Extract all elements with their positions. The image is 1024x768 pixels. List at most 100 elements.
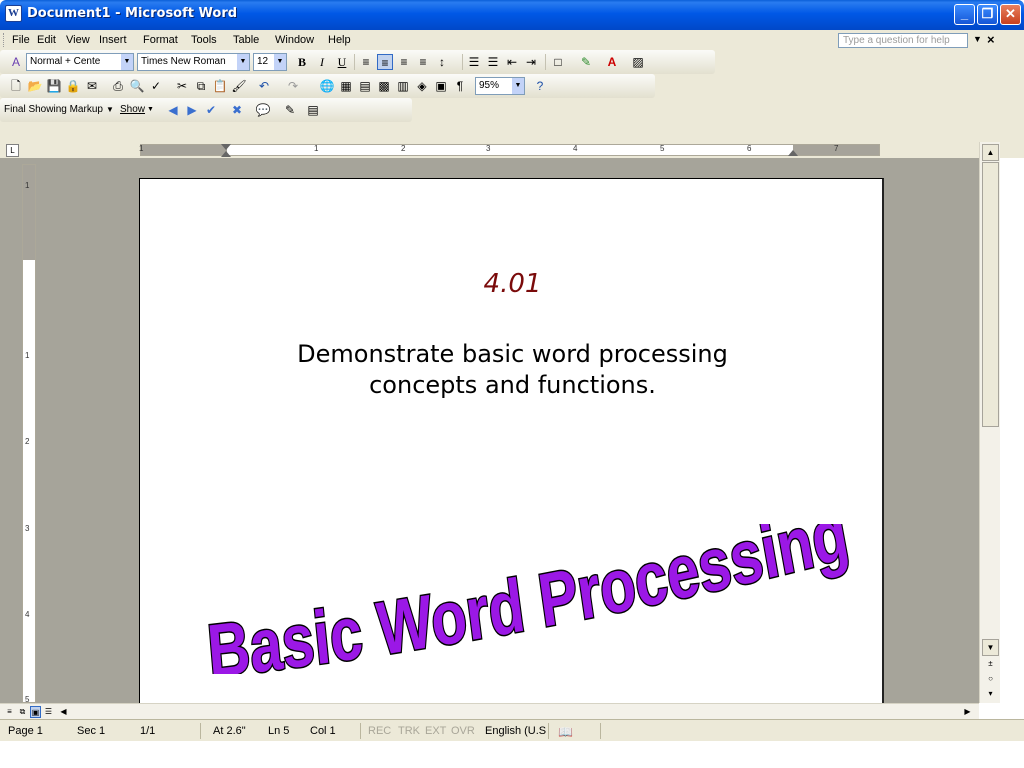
minimize-button[interactable]: _ — [954, 4, 975, 25]
previous-change-icon[interactable]: ◀ — [165, 102, 181, 118]
zoom-combo[interactable]: 95% ▼ — [475, 77, 525, 95]
menu-view[interactable]: View — [66, 34, 90, 46]
menu-tools[interactable]: Tools — [191, 34, 217, 46]
print-preview-icon[interactable]: 🔍 — [129, 78, 145, 94]
line-spacing-icon[interactable]: ↕ — [434, 54, 450, 70]
insert-excel-icon[interactable]: ▩ — [376, 78, 392, 94]
bullets-icon[interactable]: ☰ — [485, 54, 501, 70]
menu-format[interactable]: Format — [143, 34, 178, 46]
accept-change-icon[interactable]: ✔ — [203, 102, 219, 118]
close-document-icon[interactable]: × — [987, 32, 995, 47]
print-layout-icon[interactable]: ▣ — [30, 706, 41, 718]
tab-selector-icon[interactable]: L — [6, 144, 19, 157]
restore-button[interactable]: ❐ — [977, 4, 998, 25]
menu-file[interactable]: File — [12, 34, 30, 46]
font-combo[interactable]: Times New Roman ▼ — [137, 53, 250, 71]
increase-indent-icon[interactable]: ⇥ — [523, 54, 539, 70]
underline-icon[interactable]: U — [334, 54, 350, 70]
format-painter-icon[interactable]: 🖌 — [231, 78, 247, 94]
vertical-scrollbar[interactable]: ▲ ▼ ± ○ ▾ — [979, 142, 1000, 703]
copy-icon[interactable]: ⧉ — [193, 78, 209, 94]
horizontal-scrollbar[interactable]: ≡ ⧉ ▣ ☰ ◀ ▶ — [0, 703, 979, 719]
justify-icon[interactable]: ≡ — [415, 54, 431, 70]
scroll-thumb[interactable] — [982, 162, 999, 427]
highlight-icon[interactable]: ✎ — [578, 54, 594, 70]
menu-table[interactable]: Table — [233, 34, 259, 46]
border-icon[interactable]: □ — [550, 54, 566, 70]
scroll-down-icon[interactable]: ▼ — [982, 639, 999, 656]
character-shading-icon[interactable]: ▨ — [630, 54, 646, 70]
paste-icon[interactable]: 📋 — [212, 78, 228, 94]
open-folder-icon[interactable]: 📂 — [27, 78, 43, 94]
print-icon[interactable]: ⎙ — [110, 78, 126, 94]
document-map-icon[interactable]: ▣ — [433, 78, 449, 94]
align-left-icon[interactable]: ≡ — [358, 54, 374, 70]
tables-borders-icon[interactable]: ▦ — [338, 78, 354, 94]
undo-icon[interactable]: ↶ — [256, 78, 272, 94]
document-page[interactable]: 4.01 Demonstrate basic word processing c… — [139, 178, 884, 703]
columns-icon[interactable]: ▥ — [395, 78, 411, 94]
markup-mode-label[interactable]: Final Showing Markup — [4, 101, 103, 119]
reject-change-icon[interactable]: ✖ — [229, 102, 245, 118]
next-page-icon[interactable]: ▾ — [982, 686, 999, 703]
email-icon[interactable]: ✉ — [84, 78, 100, 94]
font-size-combo[interactable]: 12 ▼ — [253, 53, 287, 71]
show-hide-icon[interactable]: ¶ — [452, 78, 468, 94]
hyperlink-icon[interactable]: 🌐 — [319, 78, 335, 94]
style-dropdown-icon[interactable]: ▼ — [121, 54, 133, 70]
web-layout-icon[interactable]: ⧉ — [17, 706, 28, 718]
next-change-icon[interactable]: ▶ — [184, 102, 200, 118]
show-dropdown-icon[interactable]: ▼ — [147, 101, 154, 119]
scroll-left-icon[interactable]: ◀ — [58, 706, 69, 718]
markup-dropdown-icon[interactable]: ▼ — [106, 101, 114, 119]
close-button[interactable]: ✕ — [1000, 4, 1021, 25]
help-icon[interactable]: ? — [532, 78, 548, 94]
styles-formatting-icon[interactable]: A — [8, 54, 24, 70]
redo-icon[interactable]: ↷ — [285, 78, 301, 94]
menu-edit[interactable]: Edit — [37, 34, 56, 46]
drawing-icon[interactable]: ◈ — [414, 78, 430, 94]
help-dropdown-icon[interactable]: ▼ — [973, 34, 982, 44]
numbering-icon[interactable]: ☰ — [466, 54, 482, 70]
status-trk[interactable]: TRK — [398, 725, 420, 737]
style-combo[interactable]: Normal + Cente ▼ — [26, 53, 134, 71]
track-changes-icon[interactable]: ✎ — [282, 102, 298, 118]
align-right-icon[interactable]: ≡ — [396, 54, 412, 70]
font-dropdown-icon[interactable]: ▼ — [237, 54, 249, 70]
wordart-title[interactable]: Basic Word Processing — [200, 524, 870, 674]
menu-window[interactable]: Window — [275, 34, 314, 46]
menubar-grip[interactable] — [3, 33, 6, 47]
reviewing-pane-icon[interactable]: ▤ — [305, 102, 321, 118]
spelling-status-icon[interactable]: 📖 — [558, 725, 573, 739]
right-indent-marker[interactable] — [788, 150, 798, 156]
insert-table-icon[interactable]: ▤ — [357, 78, 373, 94]
help-search-input[interactable]: Type a question for help — [838, 33, 968, 48]
spelling-icon[interactable]: ✓ — [148, 78, 164, 94]
scroll-right-icon[interactable]: ▶ — [962, 706, 973, 718]
save-icon[interactable]: 💾 — [46, 78, 62, 94]
decrease-indent-icon[interactable]: ⇤ — [504, 54, 520, 70]
normal-view-icon[interactable]: ≡ — [4, 706, 15, 718]
menu-insert[interactable]: Insert — [99, 34, 127, 46]
outline-view-icon[interactable]: ☰ — [43, 706, 54, 718]
scroll-up-icon[interactable]: ▲ — [982, 144, 999, 161]
bold-icon[interactable]: B — [294, 54, 310, 70]
hanging-indent-marker[interactable] — [221, 151, 231, 157]
vertical-ruler[interactable]: 1 1 2 3 4 5 — [22, 164, 36, 704]
new-document-icon[interactable]: 🗋 — [8, 78, 24, 94]
menu-help[interactable]: Help — [328, 34, 351, 46]
italic-icon[interactable]: I — [314, 54, 330, 70]
font-color-icon[interactable]: A — [604, 54, 620, 70]
show-menu[interactable]: Show — [120, 101, 145, 119]
status-ovr[interactable]: OVR — [451, 725, 475, 737]
first-line-indent-marker[interactable] — [221, 144, 231, 150]
font-size-dropdown-icon[interactable]: ▼ — [274, 54, 286, 70]
word-app-icon[interactable]: W — [5, 5, 22, 22]
status-ext[interactable]: EXT — [425, 725, 446, 737]
cut-icon[interactable]: ✂ — [174, 78, 190, 94]
status-rec[interactable]: REC — [368, 725, 391, 737]
align-center-icon[interactable]: ≡ — [377, 54, 393, 70]
zoom-dropdown-icon[interactable]: ▼ — [512, 78, 524, 94]
insert-comment-icon[interactable]: 💬 — [255, 102, 271, 118]
permission-icon[interactable]: 🔒 — [65, 78, 81, 94]
